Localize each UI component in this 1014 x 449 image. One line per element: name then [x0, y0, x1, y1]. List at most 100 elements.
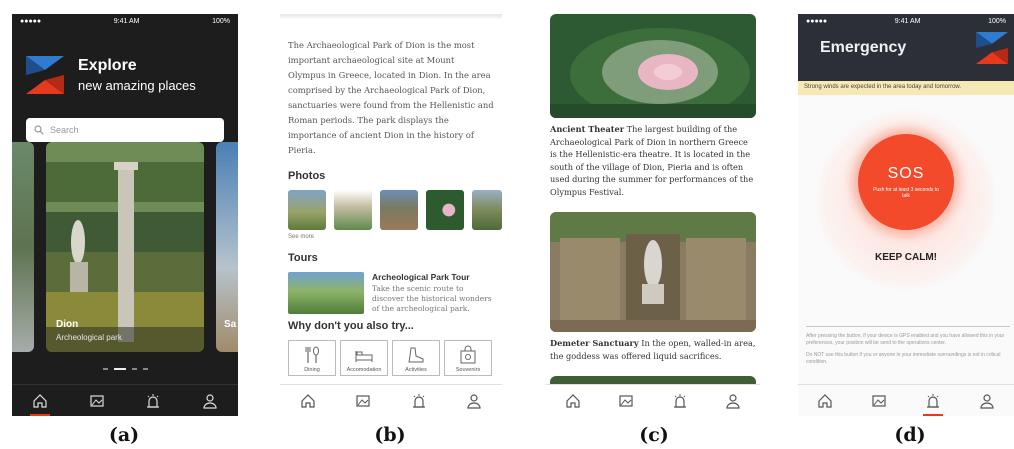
battery-level: 100% — [988, 17, 1006, 25]
try-accommodation-button[interactable]: Accomodation — [340, 340, 388, 376]
active-tab-indicator — [923, 413, 943, 416]
weather-warning-banner: Strong winds are expected in the area to… — [798, 81, 1014, 95]
usage-warning: Do NOT use this button if you or anyone … — [806, 352, 1001, 365]
caption-a: (a) — [108, 424, 140, 446]
emergency-icon — [412, 393, 425, 408]
profile-icon — [726, 393, 740, 409]
page-subtitle: new amazing places — [78, 78, 196, 93]
ancient-theater-photo[interactable] — [550, 14, 756, 118]
map-icon — [619, 394, 633, 407]
theater-aerial-photo — [550, 14, 756, 118]
emergency-icon — [147, 393, 160, 408]
sos-button[interactable]: SOS Push for at least 3 seconds to talk — [858, 134, 954, 230]
try-label: Souvenirs — [455, 367, 481, 373]
sites-list-screen: Ancient Theater The largest building of … — [546, 14, 760, 416]
profile-icon — [203, 393, 217, 409]
caption-d: (d) — [894, 424, 926, 446]
try-souvenirs-button[interactable]: Souvenirs — [444, 340, 492, 376]
tab-home[interactable] — [812, 388, 838, 414]
tab-emergency[interactable] — [140, 388, 166, 414]
see-more-link[interactable]: See more — [280, 234, 502, 240]
try-activities-button[interactable]: Activities — [392, 340, 440, 376]
map-icon — [872, 394, 886, 407]
place-name: Sa — [224, 319, 237, 330]
tour-title: Archeological Park Tour — [372, 272, 470, 282]
tab-map[interactable] — [350, 388, 376, 414]
map-icon — [90, 394, 104, 407]
tab-profile[interactable] — [197, 388, 223, 414]
photo-thumbnail[interactable] — [472, 190, 502, 230]
keep-calm-message: KEEP CALM! — [874, 252, 938, 263]
profile-icon — [467, 393, 481, 409]
page-title: Explore — [78, 57, 137, 74]
page-dot[interactable] — [102, 368, 108, 370]
tab-bar — [546, 384, 760, 416]
tab-profile[interactable] — [720, 388, 746, 414]
signal-indicator: ●●●●● — [20, 17, 42, 25]
search-icon — [34, 125, 44, 135]
site-entry-demeter-sanctuary: Demeter Sanctuary In the open, walled-in… — [546, 332, 760, 362]
photos-heading: Photos — [288, 170, 326, 182]
tab-home[interactable] — [295, 388, 321, 414]
page-dot[interactable] — [131, 368, 137, 370]
status-time: 9:41 AM — [113, 17, 140, 25]
site-description: The largest building of the Archaeologic… — [550, 124, 754, 197]
tab-emergency[interactable] — [406, 388, 432, 414]
place-card-previous[interactable] — [12, 142, 34, 352]
caption-b: (b) — [374, 424, 406, 446]
search-placeholder: Search — [50, 125, 79, 135]
tab-bar — [280, 384, 502, 416]
place-name: Dion — [56, 319, 79, 330]
site-title: Demeter Sanctuary — [550, 338, 639, 348]
photo-strip[interactable] — [280, 182, 502, 230]
photo-thumbnail[interactable] — [288, 190, 326, 230]
home-icon — [566, 393, 580, 408]
tab-emergency[interactable] — [667, 388, 693, 414]
map-icon — [356, 394, 370, 407]
battery-level: 100% — [212, 17, 230, 25]
try-heading: Why don't you also try... — [288, 320, 414, 332]
caption-c: (c) — [639, 424, 669, 446]
tab-map[interactable] — [84, 388, 110, 414]
emergency-notes: After pressing the button, if your devic… — [806, 326, 1010, 371]
page-title: Emergency — [820, 39, 907, 56]
place-card-next[interactable]: Sa — [216, 142, 238, 352]
tab-map[interactable] — [613, 388, 639, 414]
active-tab-indicator — [30, 413, 51, 416]
search-input[interactable]: Search — [26, 118, 224, 142]
tab-emergency[interactable] — [920, 388, 946, 416]
place-detail-screen: The Archaeological Park of Dion is the m… — [280, 14, 502, 416]
site-entry-ancient-theater: Ancient Theater The largest building of … — [546, 118, 760, 198]
hiking-boot-icon — [408, 347, 424, 363]
photo-thumbnail[interactable] — [380, 190, 418, 230]
page-dot[interactable] — [142, 368, 148, 370]
photo-thumbnail[interactable] — [334, 190, 372, 230]
tour-thumbnail — [288, 272, 364, 314]
tab-map[interactable] — [866, 388, 892, 414]
explore-header: Explore new amazing places — [12, 28, 238, 108]
status-bar: ●●●●● 9:41 AM 100% — [12, 14, 238, 28]
try-label: Activities — [405, 367, 427, 373]
place-subtitle: Archeological park — [56, 333, 122, 342]
tab-bar — [12, 384, 238, 416]
home-icon — [33, 393, 47, 408]
photo-thumbnail[interactable] — [426, 190, 464, 230]
try-label: Accomodation — [346, 367, 382, 373]
app-logo-icon — [976, 32, 1008, 64]
page-dot-active[interactable] — [113, 368, 126, 370]
status-time: 9:41 AM — [894, 17, 921, 25]
status-bar: ●●●●● 9:41 AM 100% — [798, 14, 1014, 28]
place-card-dion[interactable]: Dion Archeological park — [46, 142, 204, 352]
tab-profile[interactable] — [461, 388, 487, 414]
tour-item[interactable]: Archeological Park Tour Take the scenic … — [280, 264, 502, 320]
home-icon — [818, 393, 832, 408]
carousel-pagination[interactable] — [12, 368, 238, 370]
signal-indicator: ●●●●● — [806, 17, 828, 25]
tab-home[interactable] — [27, 388, 53, 416]
home-icon — [301, 393, 315, 408]
try-dining-button[interactable]: Dining — [288, 340, 336, 376]
demeter-sanctuary-photo[interactable] — [550, 212, 756, 332]
tab-profile[interactable] — [974, 388, 1000, 414]
tab-home[interactable] — [560, 388, 586, 414]
place-carousel[interactable]: Dion Archeological park Sa — [12, 142, 238, 354]
